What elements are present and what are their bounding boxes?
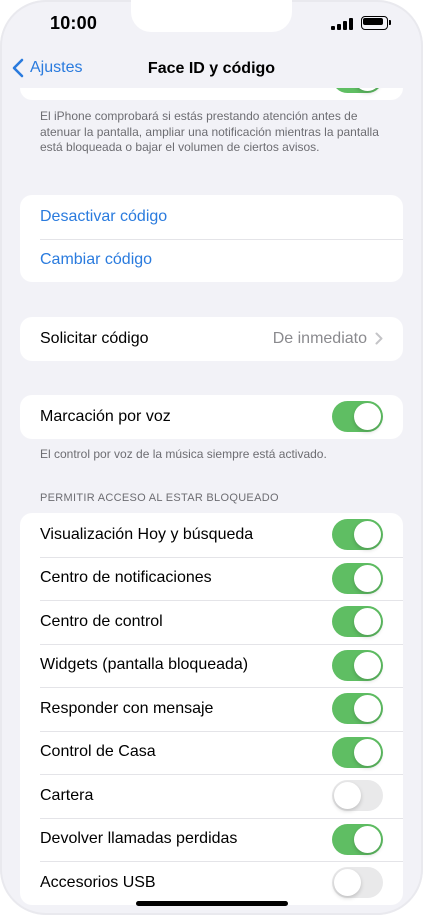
locked-access-row-label: Visualización Hoy y búsqueda <box>40 525 254 543</box>
control-center-toggle[interactable] <box>332 606 383 637</box>
page-title: Face ID y código <box>147 60 276 77</box>
home-indicator[interactable] <box>136 901 288 906</box>
locked-access-row: Devolver llamadas perdidas <box>20 817 403 862</box>
notch <box>131 0 292 32</box>
attention-footnote: El iPhone comprobará si estás prestando … <box>40 109 379 154</box>
require-passcode-group: Solicitar código De inmediato <box>20 317 403 361</box>
locked-access-row-label: Devolver llamadas perdidas <box>40 830 238 848</box>
return-missed-calls-toggle[interactable] <box>332 823 383 855</box>
locked-access-row: Accesorios USB <box>20 861 403 905</box>
voice-dial-toggle[interactable] <box>332 401 383 432</box>
battery-icon <box>361 16 391 30</box>
phone-screen: 10:00 Ajustes Face ID y código El iPhone… <box>0 0 423 915</box>
voice-dial-label: Marcación por voz <box>40 407 171 425</box>
voice-dial-footnote: El control por voz de la música siempre … <box>40 447 327 461</box>
status-bar: 10:00 <box>0 0 423 50</box>
settings-list[interactable]: El iPhone comprobará si estás prestando … <box>0 88 423 915</box>
turn-off-passcode-button[interactable]: Desactivar código <box>20 195 403 239</box>
require-passcode-row[interactable]: Solicitar código De inmediato <box>20 317 403 361</box>
locked-access-header: PERMITIR ACCESO AL ESTAR BLOQUEADO <box>40 492 279 504</box>
today-view-search-toggle[interactable] <box>332 519 383 550</box>
cellular-signal-icon <box>331 17 355 30</box>
locked-access-row: Responder con mensaje <box>20 687 403 731</box>
navigation-bar: Ajustes Face ID y código <box>0 50 423 88</box>
wallet-toggle[interactable] <box>332 780 383 811</box>
locked-access-group: Visualización Hoy y búsqueda Centro de n… <box>20 513 403 905</box>
attention-aware-toggle[interactable] <box>332 88 383 93</box>
locked-access-row: Centro de notificaciones <box>20 556 403 601</box>
turn-off-passcode-label: Desactivar código <box>40 207 168 225</box>
change-passcode-button[interactable]: Cambiar código <box>20 238 403 283</box>
chevron-right-icon <box>375 332 383 345</box>
attention-aware-group <box>20 88 403 100</box>
locked-access-row: Visualización Hoy y búsqueda <box>20 513 403 557</box>
locked-access-row-label: Accesorios USB <box>40 873 156 891</box>
status-time: 10:00 <box>50 13 98 33</box>
locked-access-row-label: Centro de notificaciones <box>40 569 212 587</box>
locked-access-row: Widgets (pantalla bloqueada) <box>20 643 403 688</box>
locked-access-row-label: Control de Casa <box>40 743 156 761</box>
change-passcode-label: Cambiar código <box>40 251 153 269</box>
passcode-actions-group: Desactivar código Cambiar código <box>20 195 403 282</box>
require-passcode-label: Solicitar código <box>40 329 149 347</box>
locked-access-row-label: Centro de control <box>40 612 163 630</box>
locked-access-row-label: Widgets (pantalla bloqueada) <box>40 656 249 674</box>
lock-screen-widgets-toggle[interactable] <box>332 649 383 681</box>
home-control-toggle[interactable] <box>332 736 383 768</box>
voice-dial-row: Marcación por voz <box>20 395 403 439</box>
usb-accessories-toggle[interactable] <box>332 867 383 898</box>
voice-dial-group: Marcación por voz <box>20 395 403 439</box>
require-passcode-value: De inmediato <box>272 329 367 347</box>
reply-with-message-toggle[interactable] <box>332 693 383 724</box>
locked-access-row-label: Responder con mensaje <box>40 699 214 717</box>
notification-center-toggle[interactable] <box>332 562 383 594</box>
locked-access-row: Centro de control <box>20 600 403 644</box>
locked-access-row: Control de Casa <box>20 730 403 775</box>
attention-aware-row[interactable] <box>20 88 403 100</box>
locked-access-row-label: Cartera <box>40 786 94 804</box>
locked-access-row: Cartera <box>20 774 403 818</box>
